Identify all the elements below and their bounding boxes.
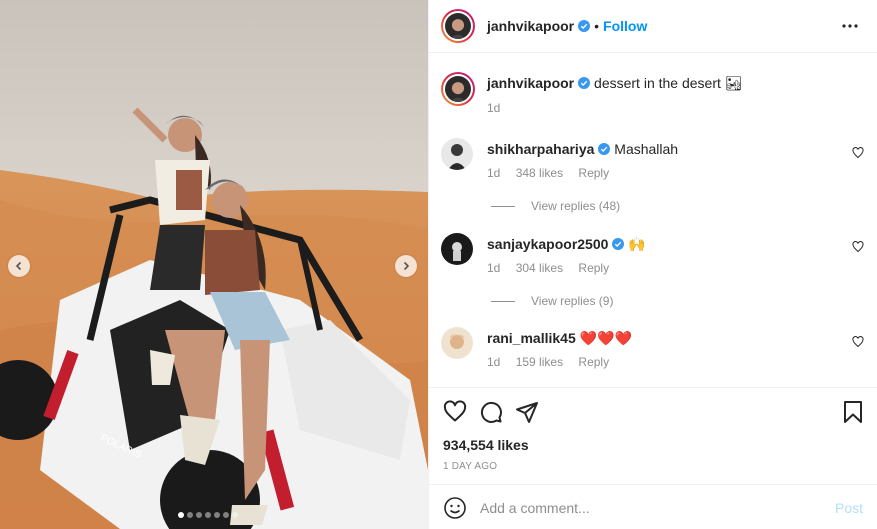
replies-divider <box>491 300 515 302</box>
view-replies-label: View replies (48) <box>531 199 621 213</box>
view-replies-button[interactable]: View replies (48) <box>491 199 620 213</box>
post-time[interactable]: 1 DAY AGO <box>443 461 497 472</box>
caption-avatar[interactable] <box>441 72 475 106</box>
like-comment-heart-icon[interactable] <box>852 336 864 348</box>
caption-avatar-image <box>445 76 471 102</box>
carousel-dot <box>178 512 184 518</box>
commenter-avatar[interactable] <box>441 233 473 265</box>
carousel-dot <box>196 512 202 518</box>
like-comment-heart-icon[interactable] <box>852 147 864 159</box>
likes-count[interactable]: 934,554 likes <box>443 437 529 453</box>
reply-button[interactable]: Reply <box>578 261 609 275</box>
caption-text: dessert in the desert 🏜 <box>594 75 743 91</box>
follow-button[interactable]: Follow <box>603 18 647 34</box>
comment-likes[interactable]: 348 likes <box>516 166 563 180</box>
share-icon[interactable] <box>515 400 539 424</box>
carousel-indicator <box>178 512 238 518</box>
separator-dot: • <box>594 18 600 34</box>
comment-icon[interactable] <box>479 400 503 424</box>
caption-time[interactable]: 1d <box>487 101 500 115</box>
verified-icon <box>612 238 625 250</box>
post-side-panel: janhvikapoor • Follow janhvikapoor desse… <box>428 0 877 529</box>
comment-input[interactable] <box>480 499 820 516</box>
comment-text: Mashallah <box>614 141 679 157</box>
verified-icon <box>598 143 611 155</box>
carousel-dot <box>205 512 211 518</box>
post: POLARIS janhvikapoor • Follow janhvikapo… <box>0 0 877 529</box>
view-replies-label: View replies (9) <box>531 294 614 308</box>
add-comment-bar: Post <box>429 484 877 529</box>
carousel-dot <box>187 512 193 518</box>
reply-button[interactable]: Reply <box>578 166 609 180</box>
comment-item: rani_mallik45 ❤️❤️❤️ 1d 159 likes Reply <box>441 327 632 369</box>
replies-divider <box>491 205 515 207</box>
more-options-icon[interactable] <box>841 17 859 35</box>
heart-icon[interactable] <box>443 400 467 424</box>
view-replies-button[interactable]: View replies (9) <box>491 294 613 308</box>
like-comment-heart-icon[interactable] <box>852 241 864 253</box>
caption: janhvikapoor dessert in the desert 🏜 1d <box>441 72 743 115</box>
comment-text: 🙌 <box>628 236 646 252</box>
carousel-dot <box>232 512 238 518</box>
comment-likes[interactable]: 304 likes <box>516 261 563 275</box>
commenter-avatar[interactable] <box>441 327 473 359</box>
emoji-icon[interactable] <box>443 496 467 520</box>
comment-item: shikharpahariya Mashallah 1d 348 likes R… <box>441 138 678 180</box>
post-media: POLARIS <box>0 0 428 529</box>
author-avatar-image <box>445 13 471 39</box>
commenter-username[interactable]: shikharpahariya <box>487 141 594 157</box>
comment-likes[interactable]: 159 likes <box>516 355 563 369</box>
reply-button[interactable]: Reply <box>578 355 609 369</box>
author-username[interactable]: janhvikapoor <box>487 18 574 34</box>
previous-photo-button[interactable] <box>8 255 30 277</box>
post-header: janhvikapoor • Follow <box>429 0 877 53</box>
bookmark-icon[interactable] <box>841 400 865 424</box>
comment-time[interactable]: 1d <box>487 261 500 275</box>
next-photo-button[interactable] <box>395 255 417 277</box>
comment-item: sanjaykapoor2500 🙌 1d 304 likes Reply <box>441 233 646 275</box>
post-actions: 934,554 likes 1 DAY AGO Post <box>429 387 877 529</box>
chevron-left-icon <box>15 261 22 271</box>
carousel-dot <box>214 512 220 518</box>
chevron-right-icon <box>403 261 410 271</box>
commenter-username[interactable]: rani_mallik45 <box>487 330 576 346</box>
post-comment-button[interactable]: Post <box>835 500 863 516</box>
caption-username[interactable]: janhvikapoor <box>487 75 574 91</box>
comment-text: ❤️❤️❤️ <box>579 330 632 346</box>
verified-icon <box>578 77 591 89</box>
author-avatar[interactable] <box>441 9 475 43</box>
verified-icon <box>578 20 591 32</box>
carousel-dot <box>223 512 229 518</box>
commenter-avatar[interactable] <box>441 138 473 170</box>
comment-time[interactable]: 1d <box>487 166 500 180</box>
post-photo[interactable]: POLARIS <box>0 0 428 529</box>
comment-time[interactable]: 1d <box>487 355 500 369</box>
commenter-username[interactable]: sanjaykapoor2500 <box>487 236 608 252</box>
